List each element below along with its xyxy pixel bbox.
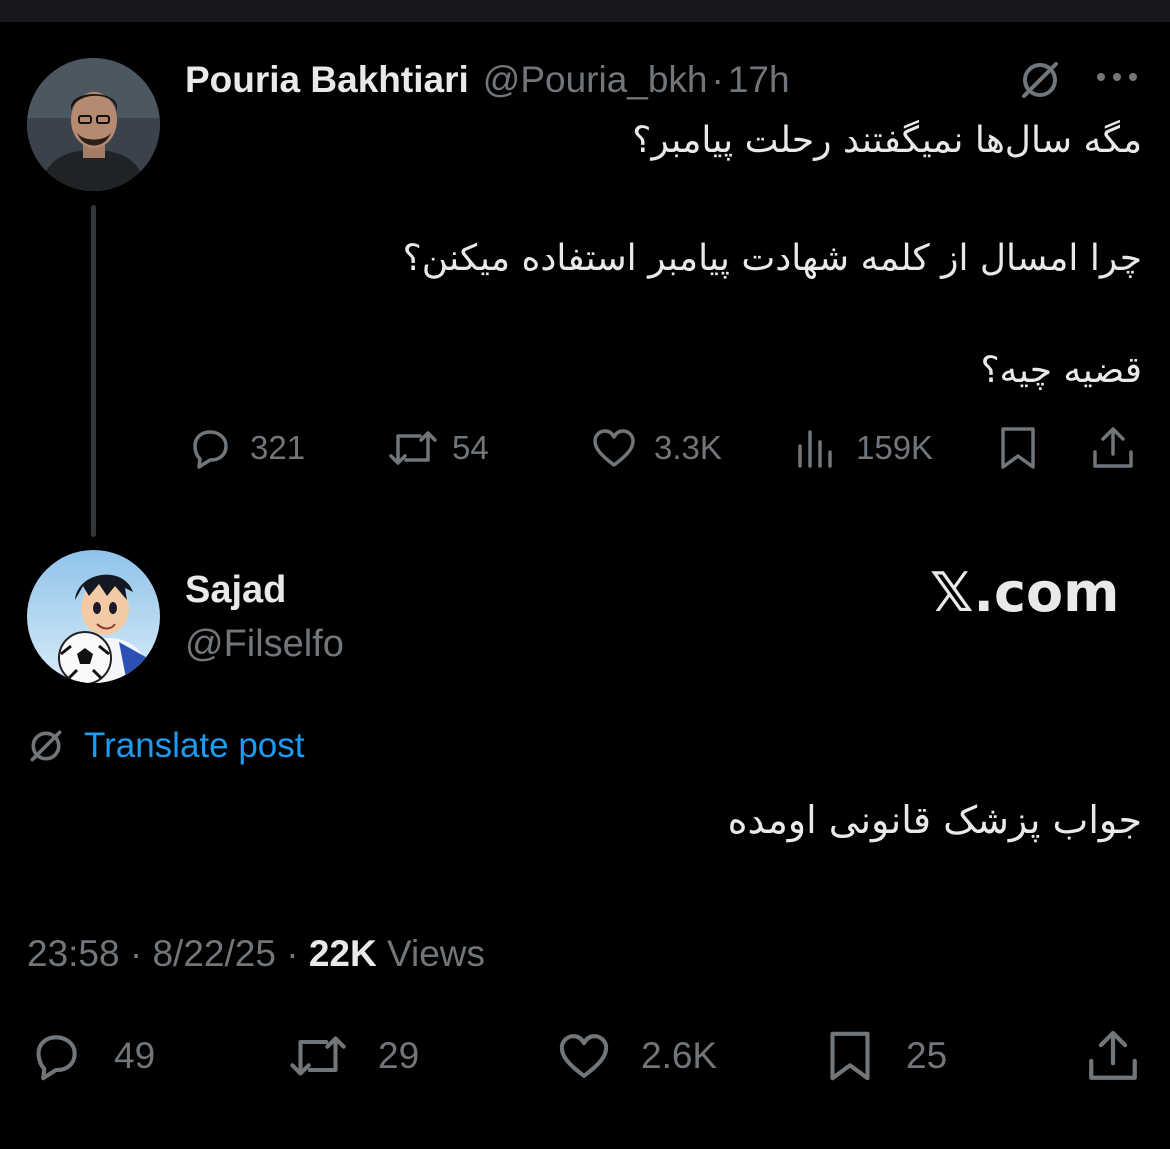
more-icon[interactable]	[1095, 70, 1139, 89]
reply-count: 321	[250, 429, 306, 466]
bookmark-action-2[interactable]: 25	[824, 1028, 947, 1084]
share-action-2[interactable]	[1084, 1028, 1142, 1084]
bookmark-action[interactable]	[996, 424, 1040, 472]
views-count: 159K	[856, 429, 934, 466]
reply-action-2[interactable]: 49	[28, 1028, 155, 1084]
parent-post-header: Pouria Bakhtiari @Pouria_bkh · 17h	[185, 56, 790, 104]
like-count: 3.3K	[654, 429, 722, 466]
post-views-count: 22K	[308, 933, 377, 974]
meta-dot: ·	[129, 933, 143, 974]
post-text-line-1: مگه سال‌ها نمیگفتند رحلت پیامبر؟	[632, 120, 1142, 161]
post-meta: 23:58 · 8/22/25 · 22K Views	[27, 928, 485, 980]
thread-line	[91, 205, 96, 537]
reply-count-2: 49	[114, 1035, 156, 1076]
repost-action-2[interactable]: 29	[286, 1028, 419, 1084]
post-text-line-2: چرا امسال از کلمه شهادت پیامبر استفاده م…	[402, 238, 1142, 279]
share-icon	[1089, 1030, 1137, 1080]
reply-text: جواب پزشک قانونی اومده	[727, 798, 1142, 842]
bookmark-count-2: 25	[906, 1035, 948, 1076]
separator-dot: ·	[711, 59, 724, 100]
translate-post-label: Translate post	[84, 726, 305, 765]
like-icon	[559, 1034, 609, 1078]
post-timestamp[interactable]: 23:58	[27, 933, 120, 974]
like-count-2: 2.6K	[641, 1035, 718, 1076]
reply-icon	[36, 1035, 77, 1081]
reply-action[interactable]: 321	[186, 424, 305, 472]
share-action[interactable]	[1089, 424, 1137, 472]
share-icon	[1093, 427, 1133, 468]
bookmark-icon	[1001, 427, 1035, 469]
post-date[interactable]: 8/22/25	[152, 933, 275, 974]
author-name[interactable]: Pouria Bakhtiari	[185, 59, 469, 101]
meta-dot: ·	[286, 933, 299, 974]
top-bar	[0, 0, 1170, 22]
post-time[interactable]: 17h	[728, 59, 790, 101]
translate-icon[interactable]	[1018, 58, 1062, 107]
bookmark-icon	[830, 1031, 870, 1081]
reply-author-handle[interactable]: @Filselfo	[185, 620, 344, 668]
reply-icon	[193, 430, 228, 469]
avatar-pouria[interactable]	[27, 58, 160, 191]
avatar-sajad[interactable]	[27, 550, 160, 683]
repost-action[interactable]: 54	[386, 424, 489, 472]
translate-icon	[30, 730, 62, 762]
like-icon	[593, 429, 635, 467]
author-handle[interactable]: @Pouria_bkh	[483, 59, 708, 101]
x-watermark: 𝕏.com	[930, 561, 1120, 624]
repost-icon	[389, 431, 437, 465]
post-views-label: Views	[387, 933, 486, 974]
repost-icon	[290, 1036, 346, 1076]
views-action[interactable]: 159K	[796, 424, 933, 472]
translate-post-link[interactable]: Translate post	[26, 722, 304, 770]
post-text-line-3: قضیه چیه؟	[980, 350, 1142, 391]
reply-author-name[interactable]: Sajad	[185, 566, 286, 614]
repost-count-2: 29	[378, 1035, 420, 1076]
repost-count: 54	[452, 429, 489, 466]
like-action[interactable]: 3.3K	[590, 424, 722, 472]
views-icon	[798, 430, 832, 468]
like-action-2[interactable]: 2.6K	[555, 1028, 717, 1084]
